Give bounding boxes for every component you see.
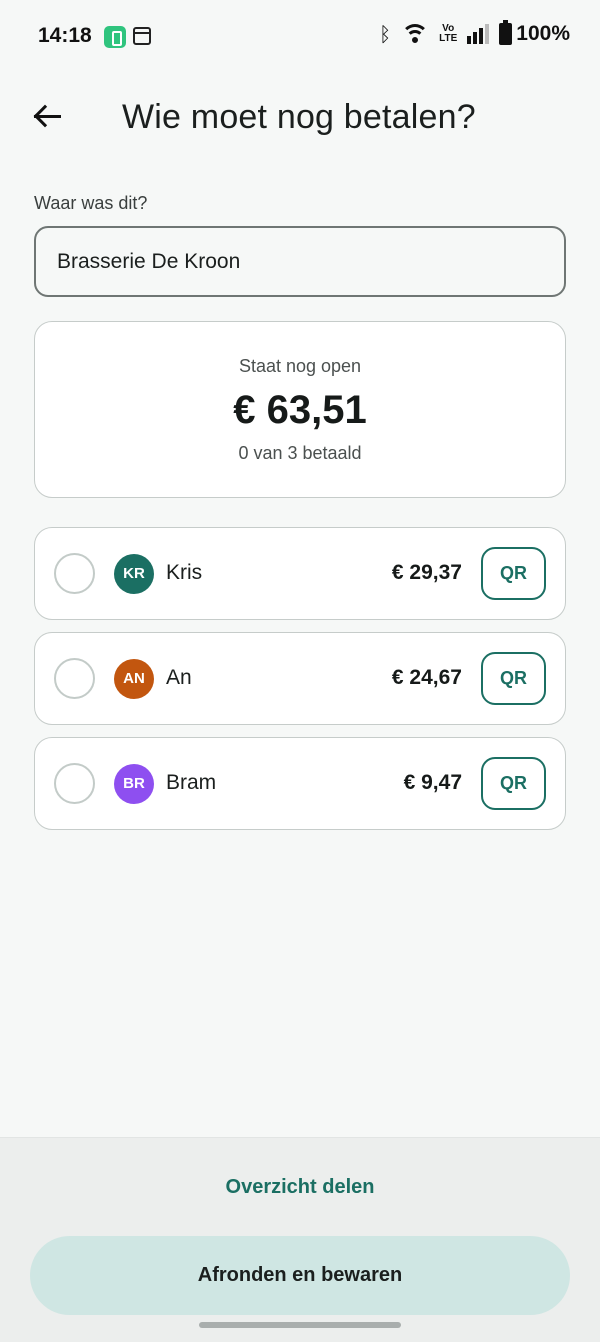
paid-checkbox[interactable] [54, 763, 95, 804]
share-overview-button[interactable]: Overzicht delen [150, 1176, 450, 1199]
qr-button[interactable]: QR [481, 652, 546, 705]
person-amount: € 24,67 [391, 666, 462, 689]
battery-percentage: 100% [516, 22, 570, 45]
location-label: Waar was dit? [34, 193, 148, 213]
person-list: KR Kris € 29,37 QR AN An € 24,67 QR BR B… [34, 527, 566, 842]
battery-saver-app-icon [104, 26, 126, 48]
person-amount: € 9,47 [403, 771, 462, 794]
qr-button[interactable]: QR [481, 547, 546, 600]
battery-icon [499, 20, 513, 45]
person-row-kris[interactable]: KR Kris € 29,37 QR [34, 527, 566, 620]
location-input[interactable] [34, 226, 566, 297]
back-button[interactable] [26, 96, 70, 136]
avatar: BR [114, 764, 154, 804]
status-icons: ᛒ Vo LTE 100% [379, 20, 570, 46]
summary-caption: Staat nog open [238, 356, 362, 376]
person-name: An [166, 666, 192, 689]
person-name: Bram [166, 771, 217, 794]
qr-button[interactable]: QR [481, 757, 546, 810]
bluetooth-icon: ᛒ [379, 22, 392, 46]
person-amount: € 29,37 [391, 561, 462, 584]
summary-card: Staat nog open € 63,51 0 van 3 betaald [34, 321, 566, 498]
status-time: 14:18 [38, 24, 92, 47]
person-name: Kris [166, 561, 203, 584]
finish-and-save-button[interactable]: Afronden en bewaren [30, 1236, 570, 1315]
wifi-icon [401, 24, 430, 44]
bottom-action-panel: Overzicht delen Afronden en bewaren [0, 1137, 600, 1342]
volte-icon: Vo LTE [439, 23, 458, 44]
paid-progress: 0 van 3 betaald [238, 443, 362, 463]
status-bar: 14:18 ᛒ Vo LTE 100% [0, 0, 600, 72]
open-amount: € 63,51 [233, 388, 367, 432]
paid-checkbox[interactable] [54, 553, 95, 594]
person-row-bram[interactable]: BR Bram € 9,47 QR [34, 737, 566, 830]
person-row-an[interactable]: AN An € 24,67 QR [34, 632, 566, 725]
page-title: Wie moet nog betalen? [122, 98, 476, 136]
paid-checkbox[interactable] [54, 658, 95, 699]
avatar: KR [114, 554, 154, 594]
avatar: AN [114, 659, 154, 699]
home-indicator[interactable] [199, 1322, 401, 1328]
signal-icon [467, 24, 490, 44]
calendar-icon [133, 27, 151, 45]
